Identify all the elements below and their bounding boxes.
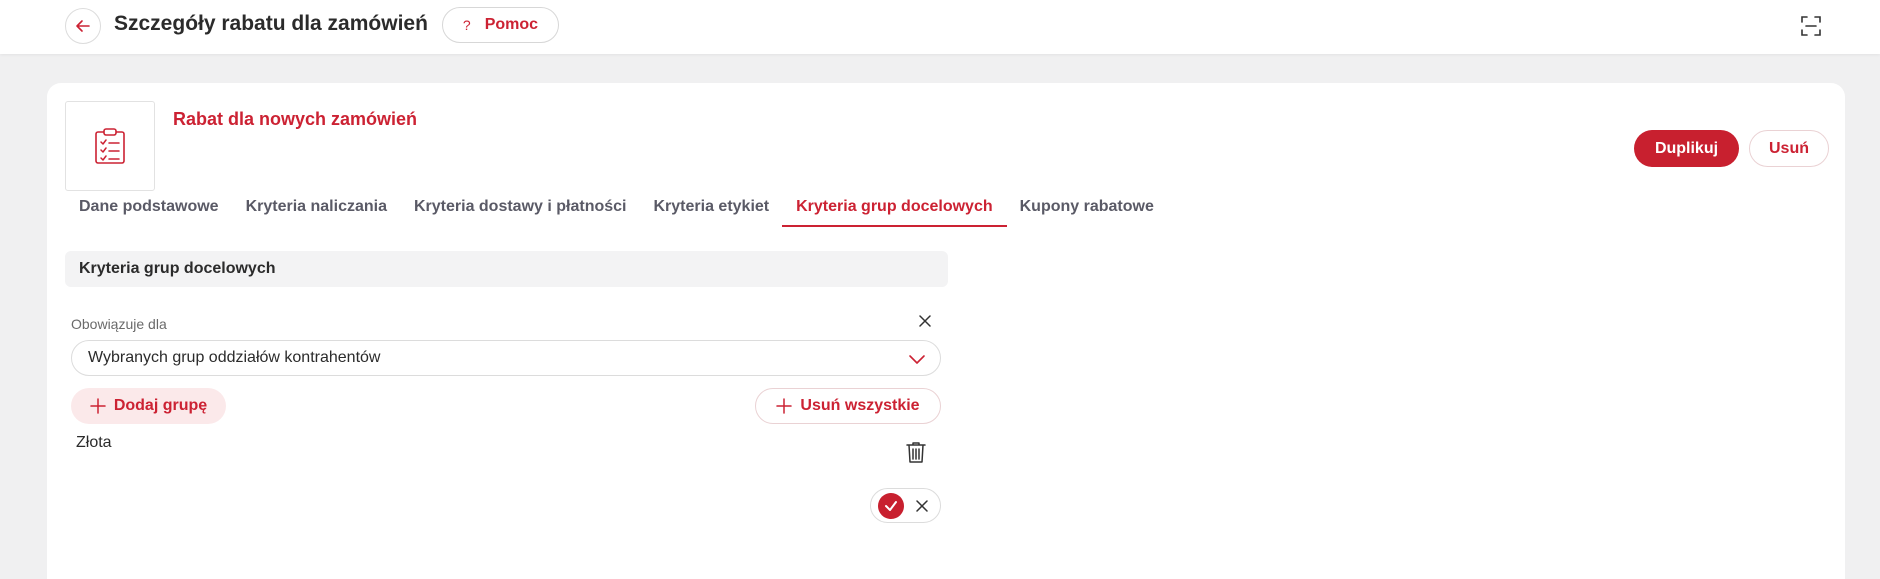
- discount-card: Rabat dla nowych zamówień Duplikuj Usuń …: [47, 83, 1845, 579]
- check-icon: [885, 500, 898, 511]
- applies-for-value: Wybranych grup oddziałów kontrahentów: [88, 349, 381, 366]
- page-title: Szczegóły rabatu dla zamówień: [114, 12, 428, 35]
- add-group-button[interactable]: Dodaj grupę: [71, 388, 226, 424]
- close-icon: [919, 315, 931, 327]
- confirm-cancel-group: [870, 488, 941, 523]
- clear-field-button[interactable]: [915, 311, 935, 331]
- cancel-button[interactable]: [911, 495, 933, 517]
- section-title: Kryteria grup docelowych: [65, 251, 948, 287]
- tab-bar: Dane podstawowe Kryteria naliczania Kryt…: [65, 189, 1167, 227]
- delete-group-button[interactable]: [904, 440, 928, 464]
- plus-icon: [90, 398, 106, 414]
- back-button[interactable]: [65, 8, 101, 44]
- discount-thumbnail: [65, 101, 155, 191]
- help-button[interactable]: ? Pomoc: [442, 7, 559, 43]
- fullscreen-icon: [1801, 16, 1821, 36]
- chevron-down-icon: [909, 355, 925, 364]
- applies-for-label: Obowiązuje dla: [71, 316, 167, 332]
- applies-for-select[interactable]: Wybranych grup oddziałów kontrahentów: [71, 340, 941, 376]
- clipboard-checklist-icon: [95, 128, 125, 164]
- confirm-button[interactable]: [878, 492, 905, 519]
- question-icon: ?: [462, 17, 471, 33]
- delete-button[interactable]: Usuń: [1749, 130, 1829, 167]
- tab-discount-coupons[interactable]: Kupony rabatowe: [1006, 189, 1168, 227]
- remove-all-button[interactable]: Usuń wszystkie: [755, 388, 941, 424]
- fullscreen-button[interactable]: [1797, 12, 1825, 40]
- arrow-left-icon: [76, 20, 90, 32]
- top-bar: Szczegóły rabatu dla zamówień ? Pomoc: [0, 0, 1880, 54]
- trash-icon: [906, 442, 926, 463]
- duplicate-button[interactable]: Duplikuj: [1634, 130, 1739, 167]
- tab-calculation-criteria[interactable]: Kryteria naliczania: [232, 189, 401, 227]
- tab-target-group-criteria[interactable]: Kryteria grup docelowych: [782, 189, 1007, 227]
- tab-delivery-payment-criteria[interactable]: Kryteria dostawy i płatności: [400, 189, 641, 227]
- tab-basic-data[interactable]: Dane podstawowe: [65, 189, 233, 227]
- tab-label-criteria[interactable]: Kryteria etykiet: [640, 189, 784, 227]
- remove-all-label: Usuń wszystkie: [800, 397, 920, 414]
- group-list-item: Złota: [76, 434, 112, 451]
- plus-icon: [776, 398, 793, 414]
- add-group-label: Dodaj grupę: [113, 397, 208, 414]
- help-button-label: Pomoc: [484, 16, 539, 33]
- close-icon: [916, 499, 928, 512]
- discount-name: Rabat dla nowych zamówień: [173, 109, 418, 129]
